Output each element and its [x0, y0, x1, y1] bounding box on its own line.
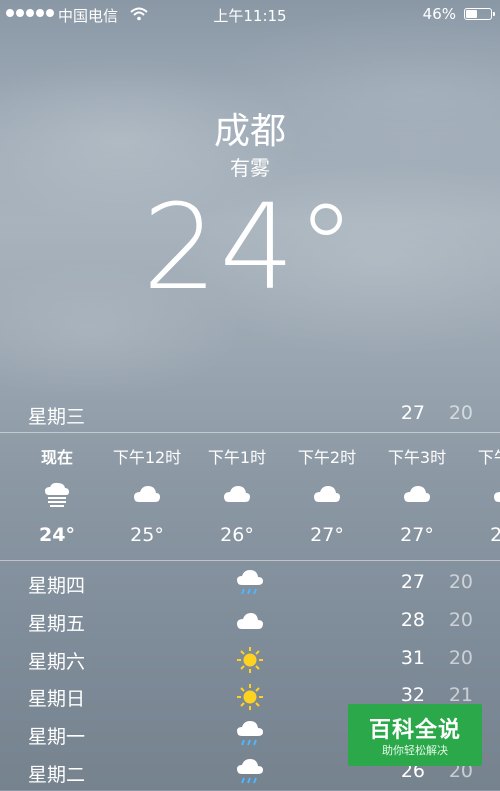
hour-label: 现在 [40, 448, 73, 467]
rain-icon [237, 759, 263, 784]
cloud-icon [237, 613, 263, 629]
weather-condition: 有雾 [230, 156, 270, 180]
day-high: 32 [400, 684, 425, 706]
day-name: 星期五 [28, 613, 86, 635]
hour-label: 下午3时 [387, 448, 447, 467]
hour-temperature: 27° [310, 524, 344, 546]
hour-temperature: 27° [490, 524, 500, 546]
city-name: 成都 [213, 111, 286, 152]
hourly-item: 现在 24° [12, 434, 102, 560]
day-low: 20 [448, 647, 473, 669]
hour-label: 下午12时 [112, 448, 182, 467]
hourly-item: 下午4时 27° [462, 434, 500, 560]
hour-temperature: 25° [130, 524, 164, 546]
day-low: 20 [448, 571, 473, 593]
status-bar: 中国电信 上午11:15 46% [0, 0, 500, 28]
watermark-subtitle: 助你轻松解决 [382, 744, 448, 757]
today-row: 星期三 27 20 [0, 400, 500, 430]
day-high: 27 [400, 571, 425, 593]
day-low: 20 [448, 609, 473, 631]
sun-icon [237, 684, 263, 710]
hour-temperature: 26° [220, 524, 254, 546]
fog-icon [45, 482, 69, 507]
cloud-icon [314, 486, 340, 502]
hourly-item: 下午12时 25° [102, 434, 192, 560]
cloud-icon [494, 492, 500, 502]
today-low: 20 [448, 402, 473, 424]
today-high: 27 [400, 402, 425, 424]
battery-icon [464, 8, 495, 20]
day-high: 28 [400, 609, 425, 631]
cloud-icon [224, 486, 250, 502]
day-low: 21 [448, 684, 473, 706]
today-day: 星期三 [28, 406, 86, 428]
cloud-icon [404, 486, 430, 502]
current-temperature: 24° [142, 178, 358, 316]
hourly-item: 下午3时 27° [372, 434, 462, 560]
daily-row: 星期四 27 20 [0, 565, 500, 602]
watermark-title: 百科全说 [368, 718, 461, 743]
hour-temperature: 24° [39, 524, 75, 546]
divider [0, 560, 500, 561]
cloud-icon [134, 486, 160, 502]
rain-icon [237, 721, 263, 746]
watermark-badge: 百科全说 助你轻松解决 [348, 704, 482, 766]
divider [0, 432, 500, 433]
daily-row: 星期五 28 20 [0, 603, 500, 640]
day-high: 31 [400, 647, 425, 669]
hourly-forecast[interactable]: 现在 24° 下午12时 25° 下午1时 26° 下午2时 27° 下午3时 [0, 434, 500, 560]
hour-label: 下午2时 [297, 448, 357, 467]
hourly-item: 下午1时 26° [192, 434, 282, 560]
day-name: 星期二 [28, 764, 86, 786]
daily-row: 星期六 31 20 [0, 641, 500, 678]
day-name: 星期日 [28, 688, 86, 710]
rain-icon [237, 570, 263, 595]
battery-percentage: 46% [422, 5, 456, 23]
day-name: 星期六 [28, 651, 86, 673]
hour-temperature: 27° [400, 524, 434, 546]
sun-icon [237, 647, 263, 673]
hour-label: 下午1时 [207, 448, 267, 467]
day-name: 星期四 [28, 575, 86, 597]
hourly-item: 下午2时 27° [282, 434, 372, 560]
day-name: 星期一 [28, 726, 86, 748]
hour-label: 下午4时 [477, 448, 500, 467]
